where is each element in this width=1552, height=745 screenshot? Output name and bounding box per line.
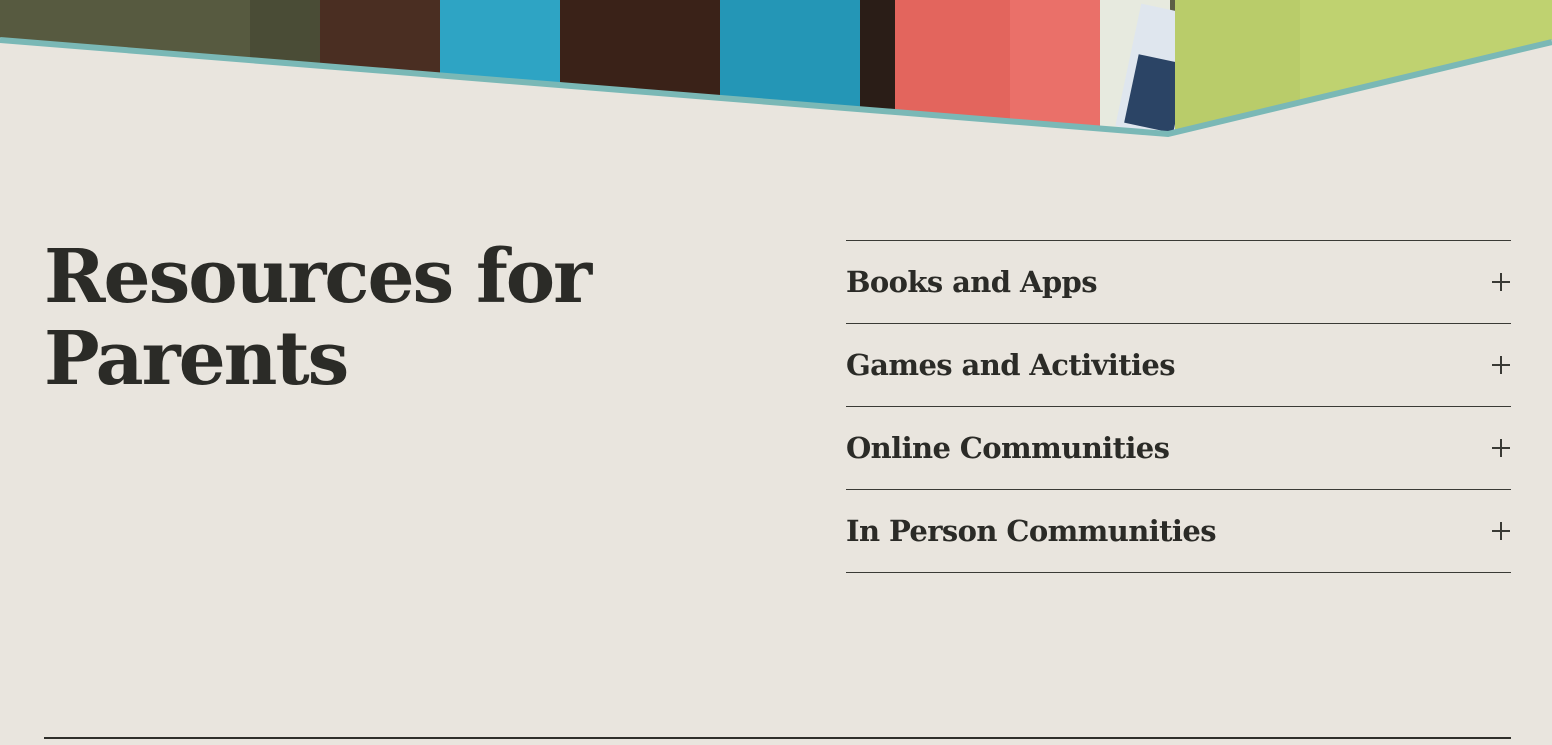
accordion-item-label: Books and Apps xyxy=(846,265,1098,299)
accordion-item-label: Games and Activities xyxy=(846,348,1176,382)
plus-icon[interactable] xyxy=(1491,272,1511,292)
plus-icon[interactable] xyxy=(1491,355,1511,375)
page-title-line1: Resources for xyxy=(44,234,592,320)
page-title: Resources for Parents xyxy=(44,236,664,400)
resources-accordion: Books and Apps Games and Activities Onli… xyxy=(846,240,1511,573)
accordion-item-online-communities[interactable]: Online Communities xyxy=(846,407,1511,490)
hero-image xyxy=(0,0,1552,138)
plus-icon[interactable] xyxy=(1491,521,1511,541)
plus-icon[interactable] xyxy=(1491,438,1511,458)
accordion-item-in-person-communities[interactable]: In Person Communities xyxy=(846,490,1511,573)
accordion-item-label: Online Communities xyxy=(846,431,1170,465)
accordion-item-label: In Person Communities xyxy=(846,514,1217,548)
page-title-line2: Parents xyxy=(44,316,349,402)
accordion-item-games-and-activities[interactable]: Games and Activities xyxy=(846,324,1511,407)
accordion-item-books-and-apps[interactable]: Books and Apps xyxy=(846,241,1511,324)
section-divider xyxy=(44,737,1511,739)
hero-photo xyxy=(0,0,1552,140)
